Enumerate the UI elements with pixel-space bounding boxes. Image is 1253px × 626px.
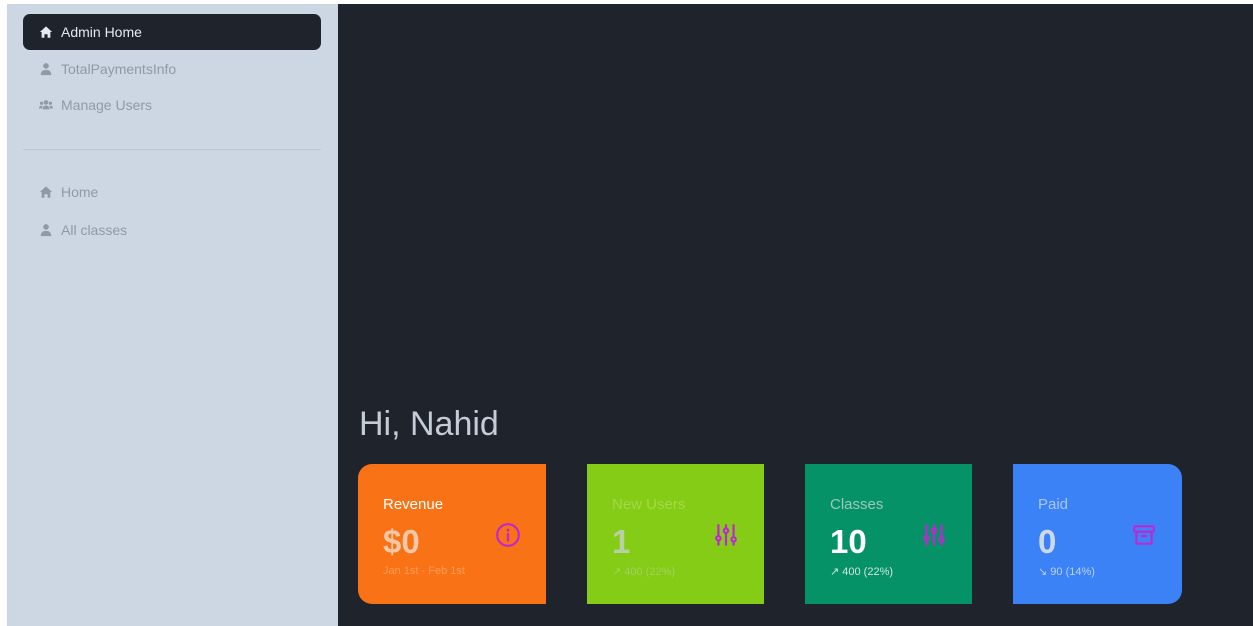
stat-card-classes: Classes 10 ↗ 400 (22%) (805, 464, 972, 604)
stat-value: 0 (1038, 523, 1057, 560)
stat-label: New Users (612, 496, 686, 513)
sidebar-item-total-payments-info[interactable]: TotalPaymentsInfo (23, 51, 321, 87)
stat-label: Classes (830, 496, 884, 513)
users-icon (39, 98, 53, 112)
stat-card-paid: Paid 0 ↘ 90 (14%) (1013, 464, 1182, 604)
sliders-icon (921, 522, 947, 548)
main-content: Hi, Nahid Revenue $0 Jan 1st - Feb 1st N… (338, 4, 1253, 626)
sidebar-item-home[interactable]: Home (23, 174, 321, 210)
home-icon (39, 185, 53, 199)
user-icon (39, 223, 53, 237)
stat-subtext: ↘ 90 (14%) (1038, 566, 1095, 578)
user-icon (39, 62, 53, 76)
stat-label: Paid (1038, 496, 1069, 513)
stat-label: Revenue (383, 496, 444, 513)
stat-card-new-users: New Users 1 ↗ 400 (22%) (587, 464, 764, 604)
sidebar-item-admin-home[interactable]: Admin Home (23, 14, 321, 50)
stat-subtext: ↗ 400 (22%) (612, 566, 676, 578)
sidebar-item-label: Admin Home (61, 24, 142, 40)
sidebar-item-all-classes[interactable]: All classes (23, 212, 321, 248)
sliders-icon (713, 522, 739, 548)
sidebar-divider (23, 149, 321, 150)
stat-value: 10 (830, 523, 867, 560)
archive-icon (1131, 522, 1157, 548)
sidebar-item-label: All classes (61, 222, 128, 238)
page-title: Hi, Nahid (359, 405, 499, 443)
sidebar-item-label: TotalPaymentsInfo (61, 61, 177, 77)
stat-subtext: Jan 1st - Feb 1st (383, 565, 465, 577)
stat-subtext: ↗ 400 (22%) (830, 566, 894, 578)
stat-value: $0 (383, 523, 420, 560)
sidebar-item-manage-users[interactable]: Manage Users (23, 87, 321, 123)
home-icon (39, 25, 53, 39)
sidebar: Admin Home TotalPaymentsInfo Manage User… (7, 4, 338, 626)
sidebar-item-label: Manage Users (61, 97, 153, 113)
stat-card-revenue: Revenue $0 Jan 1st - Feb 1st (358, 464, 546, 604)
sidebar-item-label: Home (61, 184, 99, 200)
info-icon (495, 522, 521, 548)
stat-value: 1 (612, 523, 631, 560)
